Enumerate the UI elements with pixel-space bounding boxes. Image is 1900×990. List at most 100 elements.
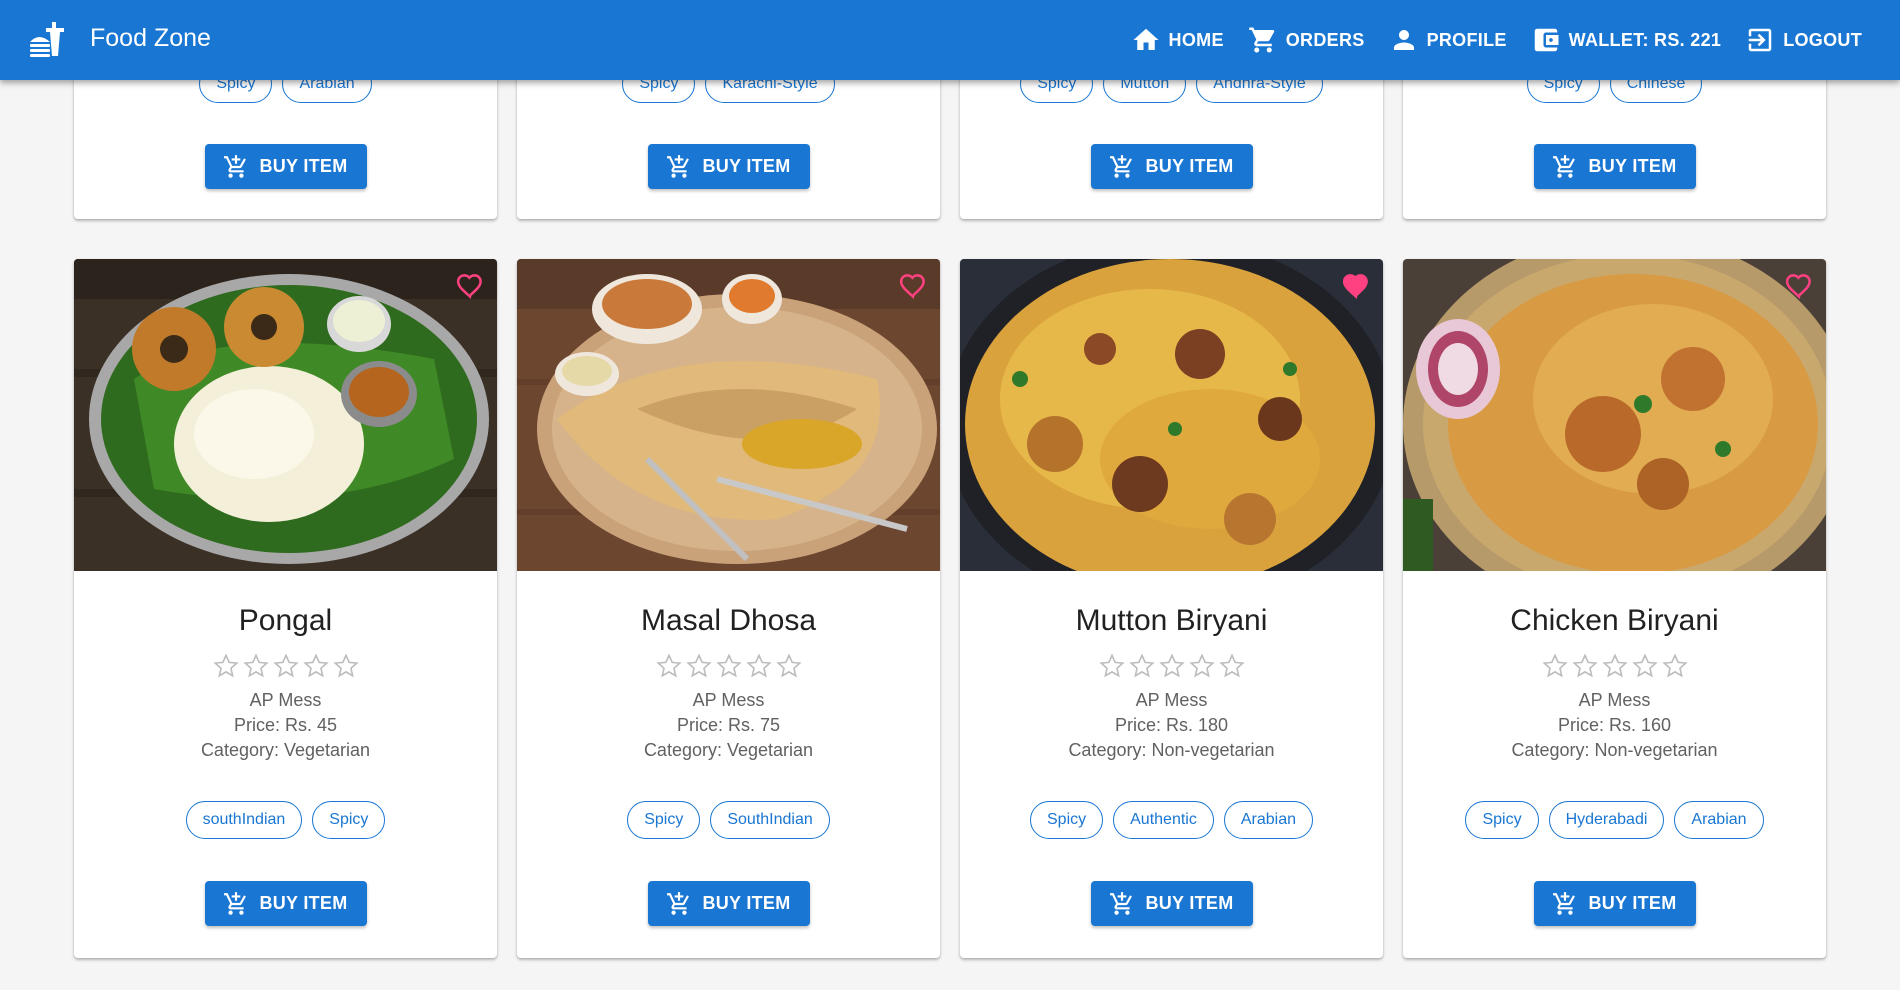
star-outline-icon[interactable] [744, 651, 774, 681]
favorite-heart-icon[interactable] [1784, 271, 1814, 301]
nav-wallet[interactable]: WALLET: RS. 221 [1531, 25, 1722, 55]
nav-home[interactable]: HOME [1131, 25, 1224, 55]
food-image [1403, 259, 1826, 571]
rating-stars[interactable] [517, 651, 940, 681]
nav-profile-label: PROFILE [1426, 29, 1507, 50]
category-text: Category: Vegetarian [200, 740, 371, 760]
tag-chip[interactable]: Spicy [1465, 801, 1539, 839]
buy-item-label: BUY ITEM [1145, 156, 1234, 176]
favorite-heart-icon[interactable] [455, 271, 485, 301]
mess-name: AP Mess [1578, 690, 1651, 710]
nav-orders[interactable]: ORDERS [1248, 25, 1365, 55]
star-outline-icon[interactable] [1600, 651, 1630, 681]
star-outline-icon[interactable] [1540, 651, 1570, 681]
tag-chip[interactable]: Arabian [1223, 801, 1313, 839]
star-outline-icon[interactable] [1630, 651, 1660, 681]
logout-icon [1748, 28, 1772, 52]
food-name: Masal Dhosa [640, 604, 817, 637]
food-name: Mutton Biryani [1075, 604, 1268, 637]
food-image [74, 259, 497, 571]
home-icon [1133, 28, 1159, 50]
add-cart-icon [1553, 154, 1576, 178]
person-icon [1393, 30, 1414, 50]
price-text: Price: Rs. 75 [676, 715, 781, 735]
tag-chip[interactable]: Arabian [1674, 801, 1764, 839]
food-image [517, 259, 940, 571]
buy-item-label: BUY ITEM [1145, 893, 1234, 913]
price-text: Price: Rs. 180 [1114, 715, 1229, 735]
nav-logout[interactable]: LOGOUT [1745, 25, 1862, 55]
top-nav: HOME ORDERS PROFILE WALLET: RS. 221 LOGO… [1107, 0, 1862, 80]
nav-logout-label: LOGOUT [1783, 29, 1862, 50]
price-text: Price: Rs. 160 [1557, 715, 1672, 735]
cart-icon [1249, 27, 1275, 53]
star-outline-icon[interactable] [331, 651, 361, 681]
price-text: Price: Rs. 45 [233, 715, 338, 735]
tag-chip[interactable]: Hyderabadi [1548, 801, 1665, 839]
mess-name: AP Mess [249, 690, 322, 710]
buy-item-button[interactable]: BUY ITEM [647, 144, 810, 189]
nav-profile[interactable]: PROFILE [1389, 25, 1507, 55]
buy-item-label: BUY ITEM [259, 156, 348, 176]
star-outline-icon[interactable] [301, 651, 331, 681]
tag-list: Spicy Hyderabadi Arabian [1403, 801, 1826, 839]
favorite-heart-icon[interactable] [898, 271, 928, 301]
star-outline-icon[interactable] [271, 651, 301, 681]
add-cart-icon [1110, 891, 1133, 915]
wallet-icon [1534, 28, 1559, 52]
tag-chip[interactable]: Authentic [1113, 801, 1214, 839]
mess-name: AP Mess [692, 690, 765, 710]
food-name: Chicken Biryani [1510, 604, 1719, 637]
star-outline-icon[interactable] [1127, 651, 1157, 681]
food-image [960, 259, 1383, 571]
star-outline-icon[interactable] [1570, 651, 1600, 681]
app-title[interactable]: Food Zone [90, 24, 211, 53]
star-outline-icon[interactable] [1157, 651, 1187, 681]
star-outline-icon[interactable] [714, 651, 744, 681]
buy-item-label: BUY ITEM [702, 893, 791, 913]
food-card: Masal Dhosa AP Mess Price: Rs. 75 Catego… [517, 259, 940, 958]
tag-chip[interactable]: Spicy [627, 801, 701, 839]
tag-chip[interactable]: Spicy [1030, 801, 1104, 839]
add-cart-icon [1553, 891, 1576, 915]
category-text: Category: Non-vegetarian [1068, 740, 1275, 760]
add-cart-icon [1110, 154, 1133, 178]
star-outline-icon[interactable] [241, 651, 271, 681]
nav-home-label: HOME [1168, 29, 1224, 50]
buy-item-button[interactable]: BUY ITEM [647, 881, 810, 926]
favorite-heart-icon[interactable] [1341, 271, 1371, 301]
mess-name: AP Mess [1135, 690, 1208, 710]
tag-chip[interactable]: Spicy [312, 801, 386, 839]
rating-stars[interactable] [960, 651, 1383, 681]
buy-item-button[interactable]: BUY ITEM [1533, 881, 1696, 926]
buy-item-label: BUY ITEM [702, 156, 791, 176]
add-cart-icon [667, 891, 690, 915]
buy-item-button[interactable]: BUY ITEM [204, 144, 367, 189]
tag-list: southIndian Spicy [74, 801, 497, 839]
tag-chip[interactable]: southIndian [185, 801, 303, 839]
nav-orders-label: ORDERS [1285, 29, 1365, 50]
rating-stars[interactable] [74, 651, 497, 681]
buy-item-button[interactable]: BUY ITEM [1533, 144, 1696, 189]
add-cart-icon [667, 154, 690, 178]
star-outline-icon[interactable] [1097, 651, 1127, 681]
star-outline-icon[interactable] [1187, 651, 1217, 681]
buy-item-button[interactable]: BUY ITEM [1090, 144, 1253, 189]
star-outline-icon[interactable] [211, 651, 241, 681]
star-outline-icon[interactable] [774, 651, 804, 681]
star-outline-icon[interactable] [1217, 651, 1247, 681]
nav-wallet-label: WALLET: RS. 221 [1568, 29, 1722, 50]
star-outline-icon[interactable] [1660, 651, 1690, 681]
category-text: Category: Non-vegetarian [1511, 740, 1718, 760]
star-outline-icon[interactable] [684, 651, 714, 681]
food-card: Chicken Biryani AP Mess Price: Rs. 160 C… [1403, 259, 1826, 958]
food-card: Pongal AP Mess Price: Rs. 45 Category: V… [74, 259, 497, 958]
buy-item-button[interactable]: BUY ITEM [1090, 881, 1253, 926]
star-outline-icon[interactable] [654, 651, 684, 681]
tag-chip[interactable]: SouthIndian [710, 801, 830, 839]
buy-item-label: BUY ITEM [1588, 156, 1677, 176]
buy-item-button[interactable]: BUY ITEM [204, 881, 367, 926]
buy-item-label: BUY ITEM [259, 893, 348, 913]
category-text: Category: Vegetarian [643, 740, 814, 760]
rating-stars[interactable] [1403, 651, 1826, 681]
